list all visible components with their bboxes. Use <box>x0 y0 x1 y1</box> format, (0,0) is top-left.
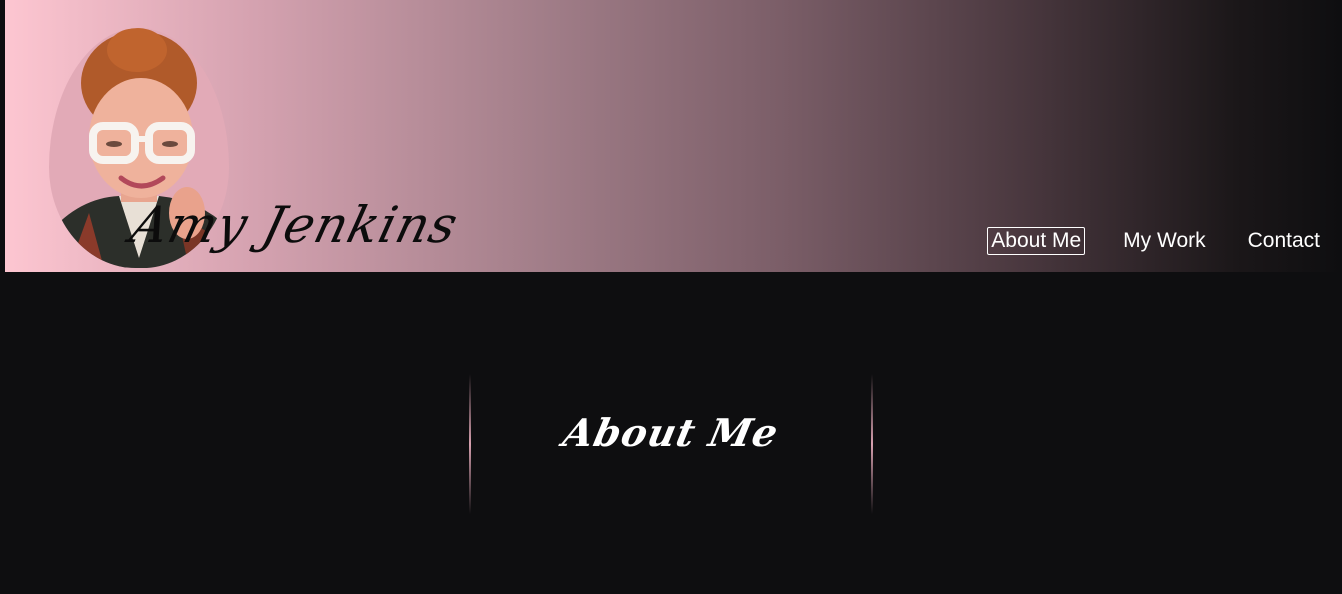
nav-item-my-work[interactable]: My Work <box>1119 227 1209 255</box>
nav-item-about-me[interactable]: About Me <box>987 227 1086 255</box>
right-divider-line <box>871 374 873 514</box>
site-signature: Amy Jenkins <box>125 196 465 254</box>
section-title: About Me <box>559 410 783 455</box>
about-section: About Me <box>0 272 1342 594</box>
site-header: Amy Jenkins About Me My Work Contact <box>5 0 1342 272</box>
main-nav: About Me My Work Contact <box>953 227 1324 255</box>
nav-item-contact[interactable]: Contact <box>1244 227 1324 255</box>
